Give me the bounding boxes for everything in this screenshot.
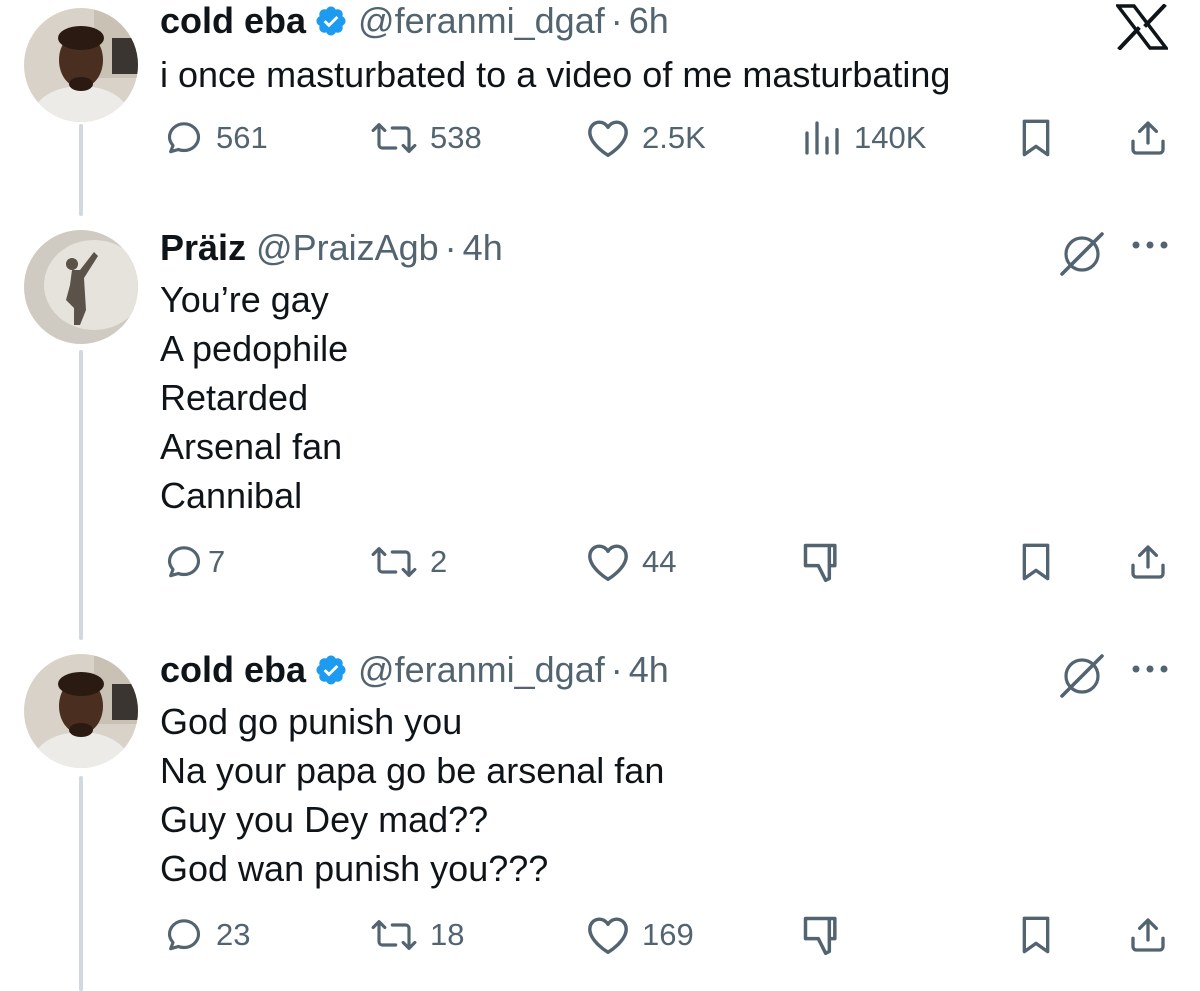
heart-icon: [588, 544, 628, 581]
x-logo-icon: [1116, 4, 1168, 50]
like-button[interactable]: 2.5K: [586, 113, 706, 163]
share-icon: [1131, 121, 1165, 155]
dislike-button[interactable]: [800, 537, 844, 587]
timestamp[interactable]: 4h: [463, 227, 503, 269]
timestamp[interactable]: 4h: [629, 649, 669, 691]
more-options-icon[interactable]: [1130, 238, 1170, 252]
tweet-header: cold eba @feranmi_dgaf · 4h: [160, 646, 669, 694]
timestamp[interactable]: 6h: [629, 0, 669, 42]
tweet[interactable]: cold eba @feranmi_dgaf · 6h i once mastu…: [0, 0, 1200, 200]
tweet-text-line: You’re gay: [160, 279, 329, 320]
separator-dot: ·: [444, 227, 457, 268]
reply-button[interactable]: 23: [164, 910, 250, 960]
avatar[interactable]: [24, 8, 138, 122]
view-count: 140K: [854, 120, 927, 155]
heart-icon: [588, 120, 628, 157]
repost-icon: [371, 123, 417, 153]
tweet-header: Präiz @PraizAgb · 4h: [160, 224, 503, 272]
tweet-header: cold eba @feranmi_dgaf · 6h: [160, 0, 669, 45]
bookmark-icon: [1022, 119, 1050, 157]
repost-count: 18: [430, 917, 465, 952]
grok-icon[interactable]: [1058, 652, 1106, 698]
display-name[interactable]: cold eba: [160, 649, 306, 691]
thread-view: cold eba @feranmi_dgaf · 6h i once mastu…: [0, 0, 1200, 991]
bookmark-button[interactable]: [1018, 537, 1054, 587]
action-bar: 23 18 169: [0, 910, 1200, 960]
repost-button[interactable]: 18: [370, 910, 464, 960]
like-count: 169: [642, 917, 694, 952]
like-count: 44: [642, 544, 677, 579]
action-bar: 561 538 2.5K 140K: [0, 113, 1200, 163]
tweet-text-line: God go punish you: [160, 701, 463, 742]
username-handle[interactable]: @feranmi_dgaf: [358, 649, 605, 691]
heart-icon: [588, 917, 628, 954]
share-button[interactable]: [1128, 537, 1168, 587]
tweet[interactable]: Präiz @PraizAgb · 4h You’re gay A pedoph…: [0, 220, 1200, 620]
share-icon: [1131, 918, 1165, 952]
display-name[interactable]: cold eba: [160, 0, 306, 42]
repost-count: 538: [430, 120, 482, 155]
like-count: 2.5K: [642, 120, 706, 155]
share-icon: [1131, 545, 1165, 579]
reply-icon: [167, 919, 201, 951]
views-button[interactable]: 140K: [802, 113, 926, 163]
display-name[interactable]: Präiz: [160, 227, 246, 269]
username-handle[interactable]: @feranmi_dgaf: [358, 0, 605, 42]
tweet-text: You’re gay A pedophile Retarded Arsenal …: [160, 275, 348, 520]
more-options-icon[interactable]: [1130, 662, 1170, 676]
verified-badge-icon: [314, 4, 348, 38]
tweet-text-line: A pedophile: [160, 328, 349, 369]
tweet-text-line: Na your papa go be arsenal fan: [160, 750, 665, 791]
bookmark-button[interactable]: [1018, 910, 1054, 960]
tweet-text-line: Cannibal: [160, 475, 303, 516]
separator-dot: ·: [610, 649, 623, 690]
repost-icon: [371, 920, 417, 950]
username-handle[interactable]: @PraizAgb: [256, 227, 439, 269]
tweet[interactable]: cold eba @feranmi_dgaf · 4h God go punis…: [0, 640, 1200, 991]
reply-icon: [167, 546, 201, 578]
reply-button[interactable]: 7: [164, 537, 225, 587]
tweet-text-line: Guy you Dey mad??: [160, 799, 489, 840]
repost-icon: [371, 547, 417, 577]
tweet-text-line: God wan punish you???: [160, 848, 549, 889]
tweet-text: i once masturbated to a video of me mast…: [160, 50, 950, 99]
avatar[interactable]: [24, 654, 138, 768]
thumbs-down-icon: [803, 916, 837, 956]
avatar[interactable]: [24, 230, 138, 344]
like-button[interactable]: 169: [586, 910, 694, 960]
repost-count: 2: [430, 544, 448, 579]
dislike-button[interactable]: [800, 910, 844, 960]
share-button[interactable]: [1128, 910, 1168, 960]
views-chart-icon: [805, 121, 839, 155]
reply-count: 7: [208, 544, 226, 579]
share-button[interactable]: [1128, 113, 1168, 163]
reply-icon: [167, 122, 201, 154]
bookmark-icon: [1022, 543, 1050, 581]
separator-dot: ·: [610, 0, 623, 41]
repost-button[interactable]: 538: [370, 113, 482, 163]
tweet-text-line: Arsenal fan: [160, 426, 343, 467]
verified-badge-icon: [314, 653, 348, 687]
bookmark-button[interactable]: [1018, 113, 1054, 163]
like-button[interactable]: 44: [586, 537, 676, 587]
bookmark-icon: [1022, 916, 1050, 954]
action-bar: 7 2 44: [0, 537, 1200, 587]
reply-count: 23: [216, 917, 251, 952]
reply-count: 561: [216, 120, 268, 155]
tweet-text-line: Retarded: [160, 377, 309, 418]
reply-button[interactable]: 561: [164, 113, 268, 163]
repost-button[interactable]: 2: [370, 537, 447, 587]
grok-icon[interactable]: [1058, 230, 1106, 276]
thumbs-down-icon: [803, 543, 837, 583]
tweet-text: God go punish you Na your papa go be ars…: [160, 697, 664, 893]
tweet-text-line: i once masturbated to a video of me mast…: [160, 54, 951, 95]
